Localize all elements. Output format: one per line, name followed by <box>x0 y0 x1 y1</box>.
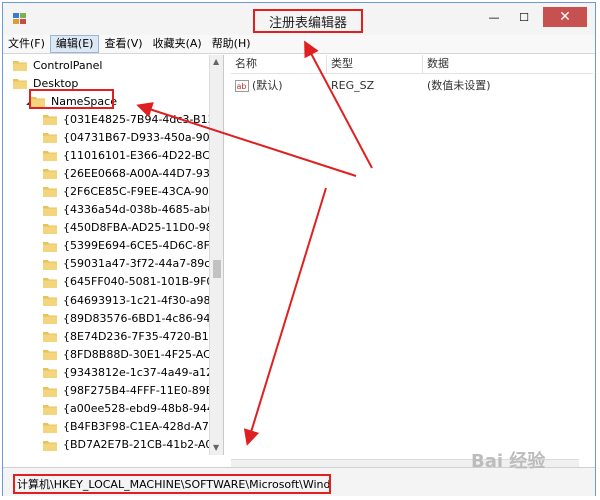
tree-item-guid[interactable]: {04731B67-D933-450a-90E6-4AC <box>43 127 223 147</box>
folder-icon <box>43 348 57 361</box>
tree-item-guid[interactable]: {450D8FBA-AD25-11D0-98A8-08 <box>43 218 223 238</box>
folder-icon <box>43 330 57 343</box>
maximize-button[interactable]: ☐ <box>511 7 537 27</box>
tree-item-label: {8E74D236-7F35-4720-B138-1FE <box>63 329 223 343</box>
tree-item-guid[interactable]: {5399E694-6CE5-4D6C-8FCE-1D <box>43 236 223 256</box>
tree-item-label: {04731B67-D933-450a-90E6-4AC <box>63 130 223 144</box>
tree-item-label: {2F6CE85C-F9EE-43CA-90C7-8A9 <box>63 184 223 198</box>
tree-item-label: {11016101-E366-4D22-BC06-4AI <box>63 148 223 162</box>
window-title: 注册表编辑器 <box>253 9 363 33</box>
close-icon: ✕ <box>559 9 571 25</box>
minimize-icon: — <box>488 10 500 24</box>
tree-item-label: {59031a47-3f72-44a7-89c5-5595 <box>63 257 223 271</box>
tree-item-label: {9343812e-1c37-4a49-a12e-4b2 <box>63 365 223 379</box>
value-list: 名称 类型 数据 ab (默认) REG_SZ (数值未设置) <box>231 55 593 474</box>
folder-icon <box>43 403 57 415</box>
tree-item-guid[interactable]: {8E74D236-7F35-4720-B138-1FE <box>43 326 223 346</box>
tree-item-label: {a00ee528-ebd9-48b8-944a-894 <box>63 402 223 416</box>
close-button[interactable]: ✕ <box>543 7 587 27</box>
value-data: (数值未设置) <box>427 79 491 92</box>
namespace-highlight <box>29 89 114 109</box>
folder-icon <box>43 185 57 198</box>
minimize-button[interactable]: — <box>481 7 507 27</box>
tree-item-guid[interactable]: {11016101-E366-4D22-BC06-4AI <box>43 145 223 165</box>
tree-item-label: {B4FB3F98-C1EA-428d-A78A-D1 <box>63 420 223 434</box>
folder-icon <box>43 167 57 180</box>
folder-icon <box>43 439 57 451</box>
regedit-app-icon <box>12 11 28 27</box>
list-header: 名称 类型 数据 <box>231 55 593 74</box>
tree-item-label: {5399E694-6CE5-4D6C-8FCE-1D <box>63 239 223 253</box>
title-bar: 注册表编辑器 — ☐ ✕ <box>3 3 595 35</box>
key-tree: ControlPanel Desktop ◢ NameSpace {031E48… <box>9 55 224 455</box>
menu-help[interactable]: 帮助(H) <box>207 35 256 53</box>
tree-item-guid[interactable]: {2F6CE85C-F9EE-43CA-90C7-8A9 <box>43 181 223 201</box>
value-name-cell: ab (默认) <box>231 77 327 95</box>
tree-item-guid[interactable]: {BD7A2E7B-21CB-41b2-A086-B3 <box>43 435 223 455</box>
tree-item-guid[interactable]: {26EE0668-A00A-44D7-9371-BEI <box>43 163 223 183</box>
menu-file[interactable]: 文件(F) <box>3 35 50 53</box>
tree-item-guid[interactable]: {64693913-1c21-4f30-a98f-4e52 <box>43 290 223 310</box>
menu-bar: 文件(F) 编辑(E) 查看(V) 收藏夹(A) 帮助(H) <box>3 35 595 54</box>
menu-view[interactable]: 查看(V) <box>99 35 147 53</box>
folder-icon <box>43 222 57 234</box>
tree-item-guid[interactable]: {645FF040-5081-101B-9F08-00A <box>43 272 223 292</box>
tree-item-label: Desktop <box>33 76 79 90</box>
watermark-logo: Bai 经验 <box>471 451 546 472</box>
folder-icon <box>13 59 27 71</box>
tree-item-label: {450D8FBA-AD25-11D0-98A8-08 <box>63 221 223 235</box>
tree-item-label: {89D83576-6BD1-4c86-9454-BEI <box>63 311 223 325</box>
column-type[interactable]: 类型 <box>327 55 423 73</box>
maximize-icon: ☐ <box>519 10 529 24</box>
folder-icon <box>43 421 57 433</box>
folder-icon <box>43 113 57 125</box>
column-data[interactable]: 数据 <box>423 55 593 73</box>
tree-item-label: {645FF040-5081-101B-9F08-00A <box>63 275 223 289</box>
folder-icon <box>43 276 57 288</box>
folder-icon <box>43 149 57 162</box>
folder-icon <box>43 366 57 379</box>
tree-item-guid[interactable]: {59031a47-3f72-44a7-89c5-5595 <box>43 254 223 274</box>
column-name[interactable]: 名称 <box>231 55 327 73</box>
tree-item-label: {98F275B4-4FFF-11E0-89E2-7B8 <box>63 384 223 397</box>
tree-item-guid[interactable]: {B4FB3F98-C1EA-428d-A78A-D1 <box>43 417 223 437</box>
folder-icon <box>43 294 57 306</box>
folder-icon <box>43 240 57 252</box>
menu-edit[interactable]: 编辑(E) <box>49 35 100 53</box>
folder-icon <box>43 312 57 325</box>
scroll-up-icon[interactable]: ▲ <box>213 57 219 66</box>
tree-item-guid[interactable]: {4336a54d-038b-4685-ab02-99b <box>43 200 223 220</box>
tree-item-guid[interactable]: {8FD8B88D-30E1-4F25-AC2B-55 <box>43 344 223 364</box>
tree-item-label: {64693913-1c21-4f30-a98f-4e52 <box>63 293 223 307</box>
tree-item-guid[interactable]: {89D83576-6BD1-4c86-9454-BEI <box>43 308 223 328</box>
folder-icon <box>43 258 57 270</box>
tree-item-guid[interactable]: {daf95313-e44d-46af-be1b-cbac <box>43 453 223 455</box>
svg-text:ab: ab <box>237 82 247 91</box>
tree-item-label: {26EE0668-A00A-44D7-9371-BEI <box>63 166 223 180</box>
tree-scrollbar[interactable]: ▲ ▼ <box>209 55 223 455</box>
tree-item-label: {4336a54d-038b-4685-ab02-99b <box>63 203 223 216</box>
tree-item-guid[interactable]: {031E4825-7B94-4dc3-B131-E94 <box>43 109 223 129</box>
folder-icon <box>43 204 57 216</box>
tree-item-guid[interactable]: {9343812e-1c37-4a49-a12e-4b2 <box>43 362 223 382</box>
string-value-icon: ab <box>235 80 249 92</box>
scroll-down-icon[interactable]: ▼ <box>213 443 219 452</box>
list-item[interactable]: ab (默认) REG_SZ (数值未设置) <box>231 77 593 95</box>
scroll-thumb[interactable] <box>213 260 221 278</box>
folder-icon <box>43 385 57 397</box>
tree-item-label: ControlPanel <box>33 58 103 72</box>
value-type: REG_SZ <box>331 79 375 92</box>
folder-icon <box>13 77 27 89</box>
regedit-window: 注册表编辑器 — ☐ ✕ 文件(F) 编辑(E) 查看(V) 收藏夹(A) 帮助… <box>2 2 596 496</box>
value-name: (默认) <box>252 79 283 92</box>
folder-icon <box>43 131 57 144</box>
key-path: 计算机\HKEY_LOCAL_MACHINE\SOFTWARE\Microsof… <box>13 474 331 494</box>
tree-item-guid[interactable]: {a00ee528-ebd9-48b8-944a-894 <box>43 399 223 419</box>
tree-item-label: {031E4825-7B94-4dc3-B131-E94 <box>63 112 223 126</box>
menu-favorites[interactable]: 收藏夹(A) <box>148 35 207 53</box>
tree-item-guid[interactable]: {98F275B4-4FFF-11E0-89E2-7B8 <box>43 381 223 401</box>
tree-item-label: {BD7A2E7B-21CB-41b2-A086-B3 <box>63 438 223 452</box>
tree-item-controlpanel[interactable]: ControlPanel <box>13 55 102 75</box>
tree-item-label: {8FD8B88D-30E1-4F25-AC2B-55 <box>63 347 223 361</box>
